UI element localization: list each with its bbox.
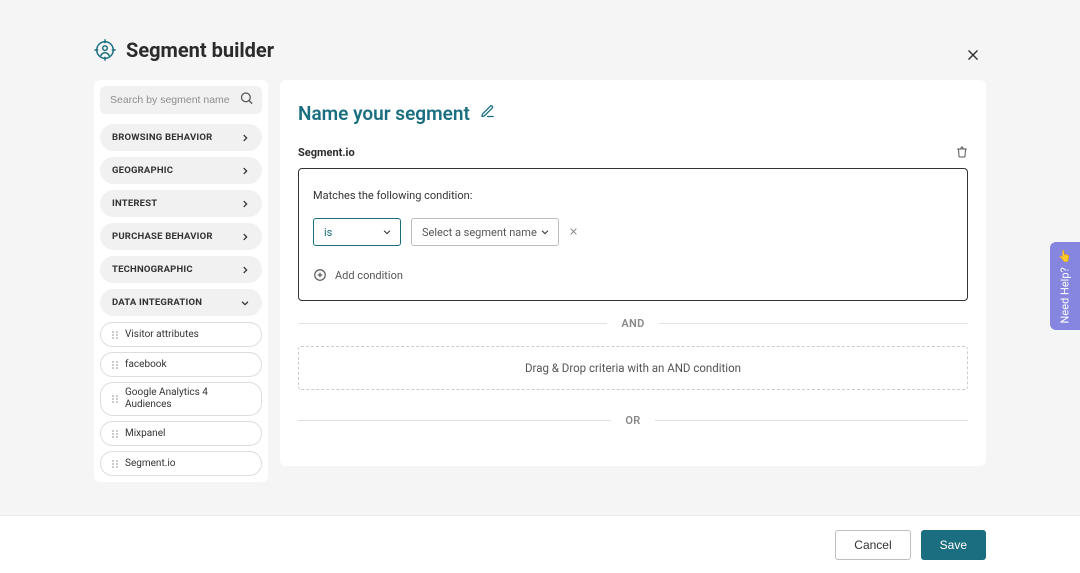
delete-criteria-button[interactable] — [956, 143, 968, 162]
main-panel: Name your segment Segment.io Matches the… — [280, 80, 986, 466]
search-icon — [239, 91, 254, 110]
pointing-hand-icon: 👉 — [1059, 249, 1072, 263]
integration-item-segmentio[interactable]: Segment.io — [100, 451, 262, 476]
drag-handle-icon — [111, 459, 119, 469]
chevron-right-icon — [240, 199, 250, 209]
chevron-down-icon — [382, 227, 392, 237]
integration-item-visitor-attributes[interactable]: Visitor attributes — [100, 322, 262, 347]
integration-item-facebook[interactable]: facebook — [100, 352, 262, 377]
chevron-right-icon — [240, 166, 250, 176]
sidebar: Browsing Behavior Geographic Interest Pu… — [94, 80, 268, 482]
chevron-right-icon — [240, 265, 250, 275]
page-title: Segment builder — [126, 38, 274, 62]
criteria-source-label: Segment.io — [298, 146, 355, 159]
segment-name: Name your segment — [298, 102, 470, 125]
or-connector: OR — [298, 414, 968, 427]
search-input[interactable] — [100, 86, 262, 114]
operator-select[interactable]: is — [313, 218, 401, 246]
sidebar-category-data-integration[interactable]: Data Integration — [100, 289, 262, 316]
drag-handle-icon — [111, 394, 119, 404]
chevron-down-icon — [240, 298, 250, 308]
chevron-down-icon — [540, 227, 550, 237]
save-button[interactable]: Save — [921, 530, 986, 560]
integration-item-ga4[interactable]: Google Analytics 4 Audiences — [100, 382, 262, 416]
footer: Cancel Save — [0, 515, 1080, 573]
and-dropzone[interactable]: Drag & Drop criteria with an AND conditi… — [298, 346, 968, 390]
chevron-right-icon — [240, 232, 250, 242]
cancel-button[interactable]: Cancel — [835, 530, 910, 560]
drag-handle-icon — [111, 360, 119, 370]
sidebar-category-purchase-behavior[interactable]: Purchase Behavior — [100, 223, 262, 250]
drag-handle-icon — [111, 429, 119, 439]
integration-item-mixpanel[interactable]: Mixpanel — [100, 421, 262, 446]
chevron-right-icon — [240, 133, 250, 143]
sidebar-category-technographic[interactable]: Technographic — [100, 256, 262, 283]
add-condition-button[interactable]: Add condition — [313, 268, 953, 282]
segment-value-select[interactable]: Select a segment name — [411, 218, 559, 246]
condition-title: Matches the following condition: — [313, 189, 953, 202]
remove-row-button[interactable] — [569, 225, 578, 239]
sidebar-category-interest[interactable]: Interest — [100, 190, 262, 217]
help-tab[interactable]: Need Help? 👉 — [1050, 242, 1080, 330]
close-button[interactable] — [966, 46, 980, 67]
drag-handle-icon — [111, 330, 119, 340]
sidebar-category-browsing-behavior[interactable]: Browsing Behavior — [100, 124, 262, 151]
user-target-icon — [94, 39, 116, 61]
edit-name-button[interactable] — [480, 104, 495, 123]
plus-circle-icon — [313, 268, 327, 282]
sidebar-category-geographic[interactable]: Geographic — [100, 157, 262, 184]
and-connector: AND — [298, 317, 968, 330]
condition-box: Matches the following condition: is Sele… — [298, 168, 968, 301]
